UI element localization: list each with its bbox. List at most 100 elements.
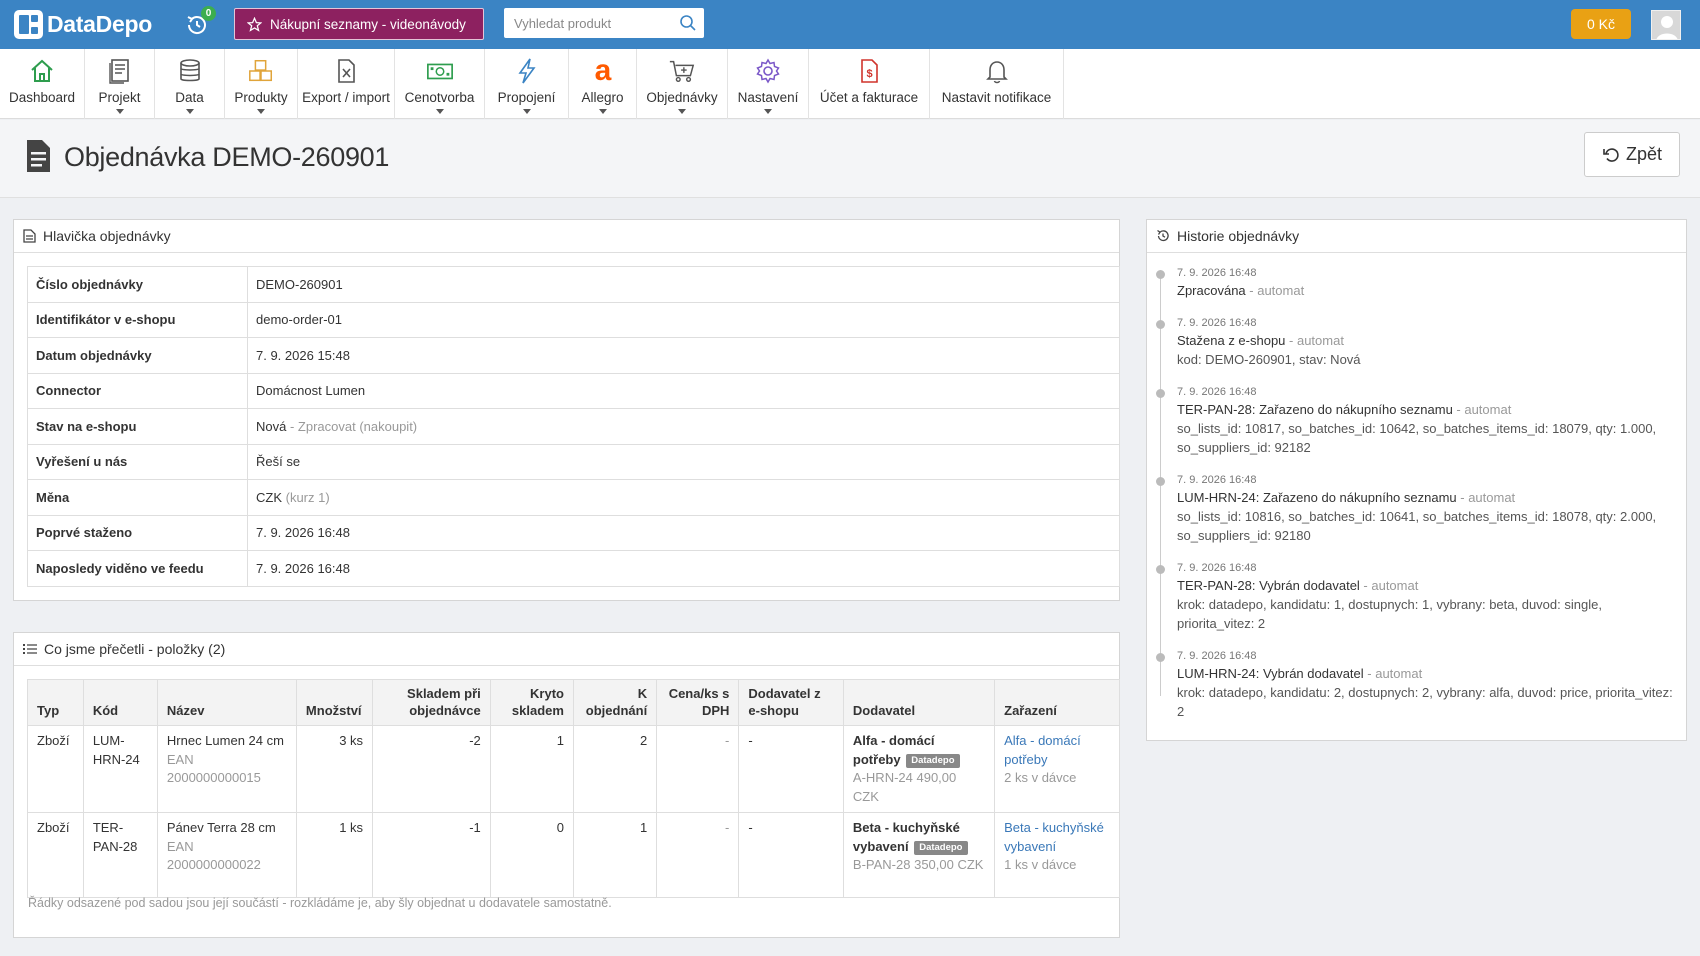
cell-eshop-supplier: - (738, 725, 844, 813)
col-nazev: Název (156, 679, 297, 726)
order-header-row: Poprvé staženo 7. 9. 2026 16:48 (27, 514, 1120, 551)
invoice-icon: $ (861, 59, 878, 83)
order-header-row: Vyřešení u nás Řeší se (27, 443, 1120, 480)
search-icon[interactable] (679, 14, 697, 32)
history-timeline: 7. 9. 2026 16:48 Zpracována - automat 7. 9… (1156, 266, 1680, 737)
supplier-detail: B-PAN-28 350,00 CZK (852, 857, 984, 872)
nav-projekt[interactable]: Projekt (85, 49, 155, 119)
gear-icon (756, 58, 780, 84)
timeline-dot (1156, 477, 1165, 486)
nav-label: Objednávky (646, 90, 718, 105)
nav-propojeni[interactable]: Propojení (485, 49, 569, 119)
row-value-cell: 7. 9. 2026 16:48 (247, 550, 1120, 587)
product-name: Hrnec Lumen 24 cm (166, 733, 284, 748)
top-bar: DataDepo 0 Nákupní seznamy - videonávody… (0, 0, 1700, 49)
history-entry: 7. 9. 2026 16:48 LUM-HRN-24: Zařazeno do … (1156, 473, 1680, 545)
col-kod: Kód (82, 679, 158, 726)
history-date: 7. 9. 2026 16:48 (1177, 267, 1257, 279)
history-entry: 7. 9. 2026 16:48 LUM-HRN-24: Vybrán dodav… (1156, 649, 1680, 721)
col-skladem: Skladem při objednávce (372, 679, 491, 726)
chevron-down-icon (598, 109, 607, 114)
nav-label: Data (175, 90, 204, 105)
table-row: Zboží LUM-HRN-24 Hrnec Lumen 24 cm EAN 2000… (27, 725, 1120, 813)
chevron-down-icon (435, 109, 444, 114)
timeline-dot (1156, 565, 1165, 574)
col-dodavatel-eshop: Dodavatel z e-shopu (738, 679, 844, 726)
cell-code: LUM-HRN-24 (82, 725, 158, 813)
chevron-down-icon (185, 109, 194, 114)
history-entry: 7. 9. 2026 16:48 Zpracována - automat (1156, 266, 1680, 300)
history-title: LUM-HRN-24: Zařazeno do nákupního seznam… (1177, 490, 1457, 505)
history-entry: 7. 9. 2026 16:48 TER-PAN-28: Zařazeno do … (1156, 385, 1680, 457)
history-title-line: Stažena z e-shopu - automat (1177, 331, 1680, 350)
order-header-table: Číslo objednávky DEMO-260901 Identifikátor… (27, 266, 1120, 587)
nav-label: Export / import (302, 90, 390, 105)
money-icon (426, 63, 453, 80)
row-value-cell: Nová - Zpracovat (nakoupit) (247, 408, 1120, 445)
nav-produkty[interactable]: Produkty (225, 49, 298, 119)
logo[interactable]: DataDepo (14, 10, 152, 39)
row-value: Domácnost Lumen (256, 383, 366, 399)
nav-export-import[interactable]: Export / import (298, 49, 395, 119)
row-value-cell: Řeší se (247, 443, 1120, 480)
nav-data[interactable]: Data (155, 49, 225, 119)
row-key: Connector (27, 372, 248, 409)
logo-mark (14, 10, 43, 39)
cart-icon (669, 60, 695, 82)
nav-objednavky[interactable]: Objednávky (637, 49, 728, 119)
history-date: 7. 9. 2026 16:48 (1177, 386, 1257, 398)
chevron-down-icon (764, 109, 772, 114)
panel-header: Historie objednávky (1147, 220, 1686, 253)
page-header: Objednávka DEMO-260901 Zpět (0, 120, 1700, 198)
nav-label: Projekt (98, 90, 141, 105)
cell-assignment: Alfa - domácí potřeby 2 ks v dávce (994, 725, 1120, 813)
cell-eshop-supplier: - (738, 812, 844, 898)
cell-stock: -2 (372, 725, 491, 813)
nav-nastaveni[interactable]: Nastavení (728, 49, 809, 119)
nav-cenotvorba[interactable]: Cenotvorba (395, 49, 485, 119)
items-note: Řádky odsazené pod sadou jsou její součá… (28, 896, 612, 910)
history-title-line: Zpracována - automat (1177, 281, 1680, 300)
items-panel: Co jsme přečetli - položky (2) Typ Kód N… (13, 632, 1120, 938)
row-value: 7. 9. 2026 15:48 (256, 347, 350, 363)
assignment-note: 1 ks v dávce (1004, 857, 1077, 872)
chevron-down-icon (678, 109, 686, 114)
items-header-row: Typ Kód Název Množství Skladem při objed… (27, 679, 1120, 726)
promo-button[interactable]: Nákupní seznamy - videonávody (234, 8, 484, 40)
avatar[interactable] (1651, 10, 1681, 40)
panel-title: Historie objednávky (1177, 228, 1300, 244)
nav-notifikace[interactable]: Nastavit notifikace (930, 49, 1064, 119)
credit-button[interactable]: 0 Kč (1571, 9, 1631, 39)
col-dodavatel: Dodavatel (842, 679, 996, 726)
history-entry: 7. 9. 2026 16:48 Stažena z e-shopu - auto… (1156, 316, 1680, 369)
order-document-icon (27, 140, 50, 172)
nav-label: Nastavit notifikace (941, 90, 1052, 105)
history-detail: krok: datadepo, kandidatu: 2, dostupnych… (1177, 685, 1673, 719)
history-detail: krok: datadepo, kandidatu: 1, dostupnych… (1177, 597, 1602, 631)
chevron-down-icon (115, 109, 124, 114)
history-date: 7. 9. 2026 16:48 (1177, 562, 1257, 574)
timeline-dot (1156, 320, 1165, 329)
nav-ucet-fakturace[interactable]: $ Účet a fakturace (809, 49, 930, 119)
bell-icon (985, 61, 1008, 84)
history-title: LUM-HRN-24: Vybrán dodavatel (1177, 666, 1364, 681)
back-button[interactable]: Zpět (1584, 132, 1680, 177)
col-cena: Cena/ks s DPH (656, 679, 740, 726)
assignment-link[interactable]: Beta - kuchyňské vybavení (1004, 819, 1110, 856)
history-author: - automat (1452, 402, 1512, 417)
nav-allegro[interactable]: a Allegro (569, 49, 637, 119)
col-zarazeni: Zařazení (994, 679, 1120, 726)
panel-title: Co jsme přečetli - položky (2) (44, 641, 226, 657)
history-title-line: LUM-HRN-24: Zařazeno do nákupního seznam… (1177, 488, 1680, 507)
search-input[interactable] (504, 8, 669, 38)
order-header-row: Měna CZK (kurz 1) (27, 479, 1120, 516)
row-value: DEMO-260901 (256, 276, 343, 292)
row-value: Nová (256, 418, 287, 434)
cell-supplier: Alfa - domácí potřeby Datadepo A-HRN-24 4… (842, 725, 996, 813)
history-title: Stažena z e-shopu (1177, 333, 1286, 348)
row-value-cell: 7. 9. 2026 15:48 (247, 337, 1120, 374)
nav-dashboard[interactable]: Dashboard (0, 49, 85, 119)
excel-file-icon (338, 59, 355, 83)
assignment-link[interactable]: Alfa - domácí potřeby (1004, 732, 1110, 769)
items-table: Typ Kód Název Množství Skladem při objed… (27, 679, 1120, 898)
